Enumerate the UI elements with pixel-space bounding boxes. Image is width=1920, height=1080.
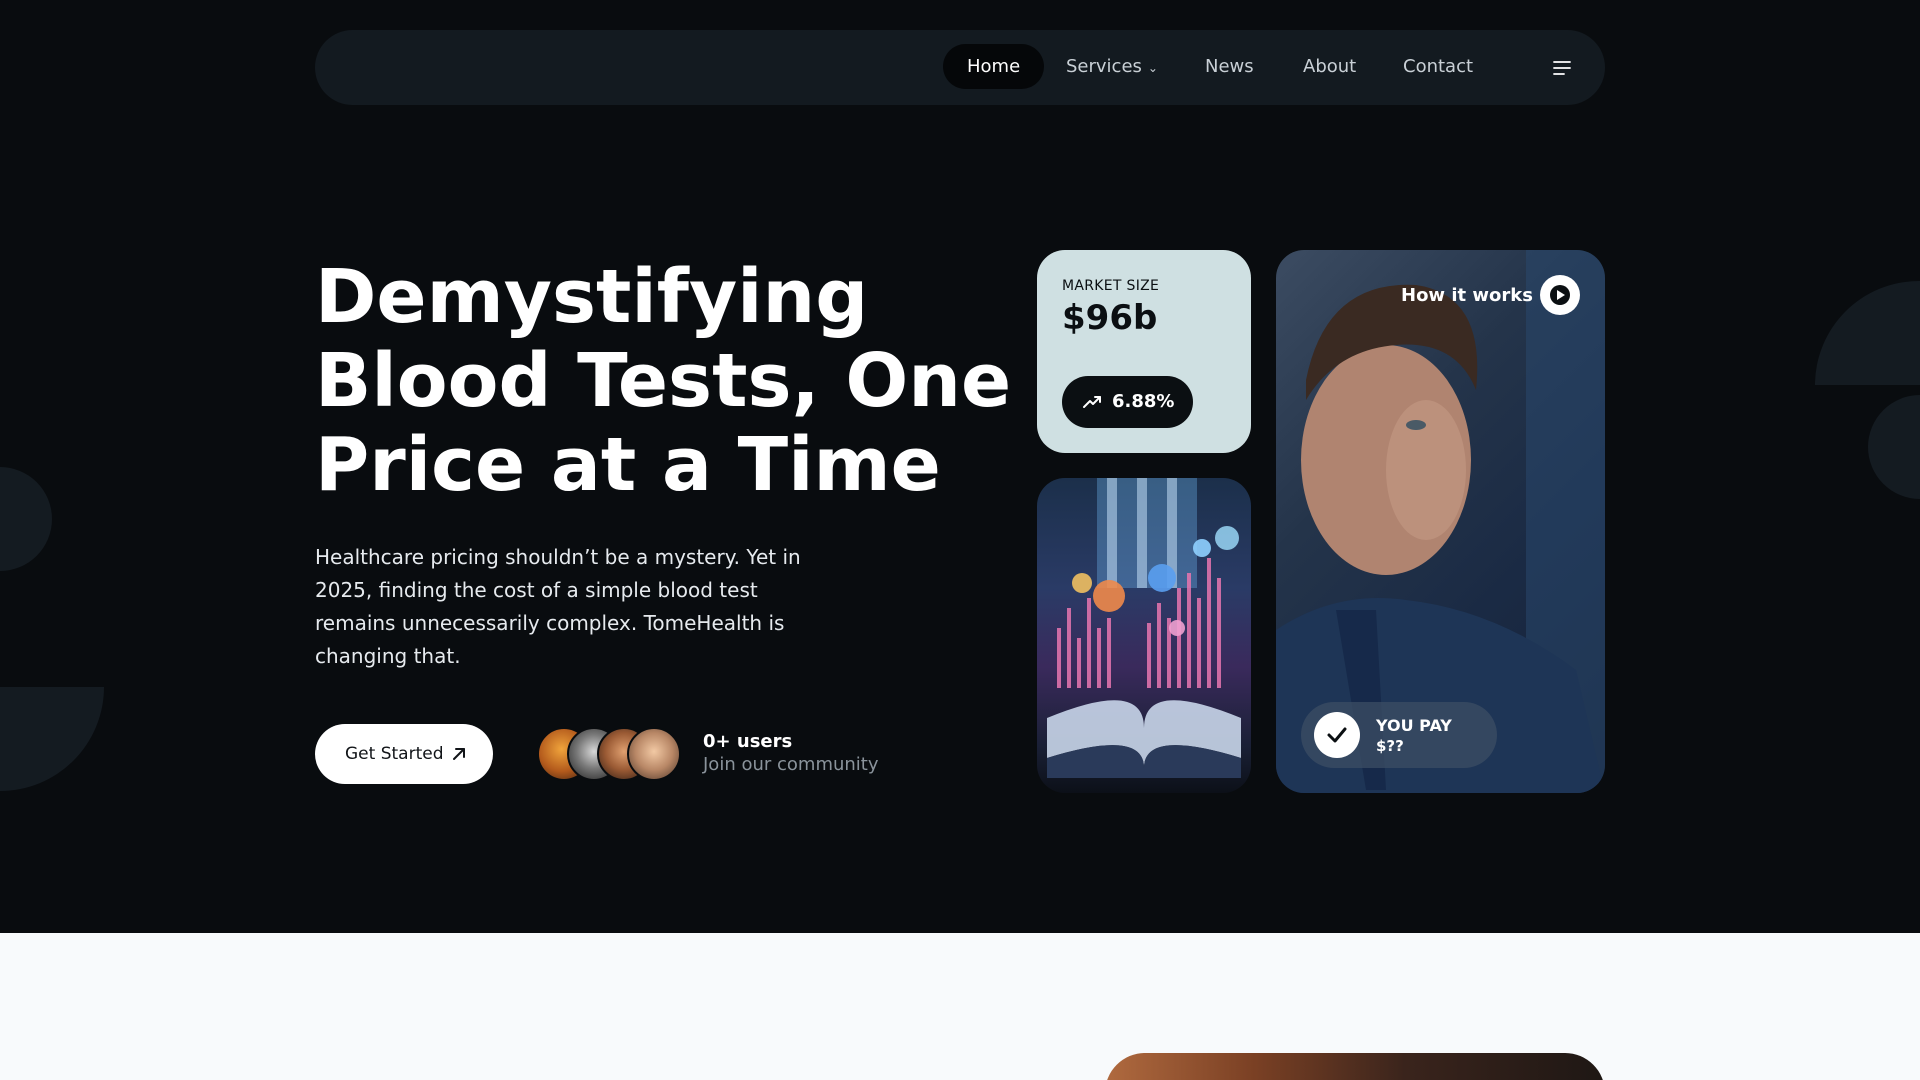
market-size-value: $96b — [1062, 298, 1158, 338]
how-it-works-video-card[interactable]: How it works YOU PAY $?? — [1276, 250, 1605, 793]
you-pay-value: $?? — [1376, 737, 1404, 755]
nav-item-home[interactable]: Home — [943, 44, 1045, 89]
you-pay-title: YOU PAY — [1376, 716, 1452, 735]
nav-item-contact[interactable]: Contact — [1379, 44, 1497, 89]
growth-badge: 6.88% — [1062, 376, 1193, 428]
decorative-circle — [1868, 395, 1920, 499]
menu-icon[interactable] — [1551, 58, 1573, 78]
get-started-label: Get Started — [345, 744, 444, 764]
book-illustration — [1047, 478, 1241, 778]
market-size-card: MARKET SIZE $96b 6.88% — [1037, 250, 1251, 453]
decorative-circle — [0, 467, 52, 571]
growth-value: 6.88% — [1112, 391, 1175, 412]
nav-item-news[interactable]: News — [1181, 44, 1278, 89]
nav-item-services[interactable]: Services ⌄ — [1042, 44, 1182, 89]
decorative-half-circle — [0, 583, 104, 791]
hero-description: Healthcare pricing shouldn’t be a myster… — [315, 545, 801, 668]
play-button[interactable] — [1540, 275, 1580, 315]
page-title: Demystifying Blood Tests, One Price at a… — [315, 254, 1012, 508]
users-subtitle: Join our community — [703, 754, 879, 775]
top-navigation: Home Services ⌄ News About Contact — [315, 30, 1605, 105]
how-it-works-label: How it works — [1401, 285, 1533, 306]
check-icon — [1314, 712, 1360, 758]
nav-item-about[interactable]: About — [1279, 44, 1380, 89]
market-size-label: MARKET SIZE — [1062, 278, 1160, 294]
users-count: 0+ users — [703, 731, 793, 752]
avatar — [627, 727, 681, 781]
you-pay-badge: YOU PAY $?? — [1301, 702, 1497, 768]
nav-item-services-label: Services — [1066, 56, 1142, 77]
play-icon — [1550, 285, 1570, 305]
book-illustration-image — [1037, 478, 1251, 793]
arrow-up-right-icon — [453, 748, 465, 760]
trending-up-icon — [1083, 396, 1101, 408]
hero-section: Home Services ⌄ News About Contact Demyst… — [0, 0, 1920, 933]
section-photo — [1105, 1053, 1605, 1080]
community-avatars — [537, 727, 687, 781]
chevron-down-icon: ⌄ — [1147, 61, 1158, 75]
next-section — [0, 933, 1920, 1080]
get-started-button[interactable]: Get Started — [315, 724, 493, 784]
